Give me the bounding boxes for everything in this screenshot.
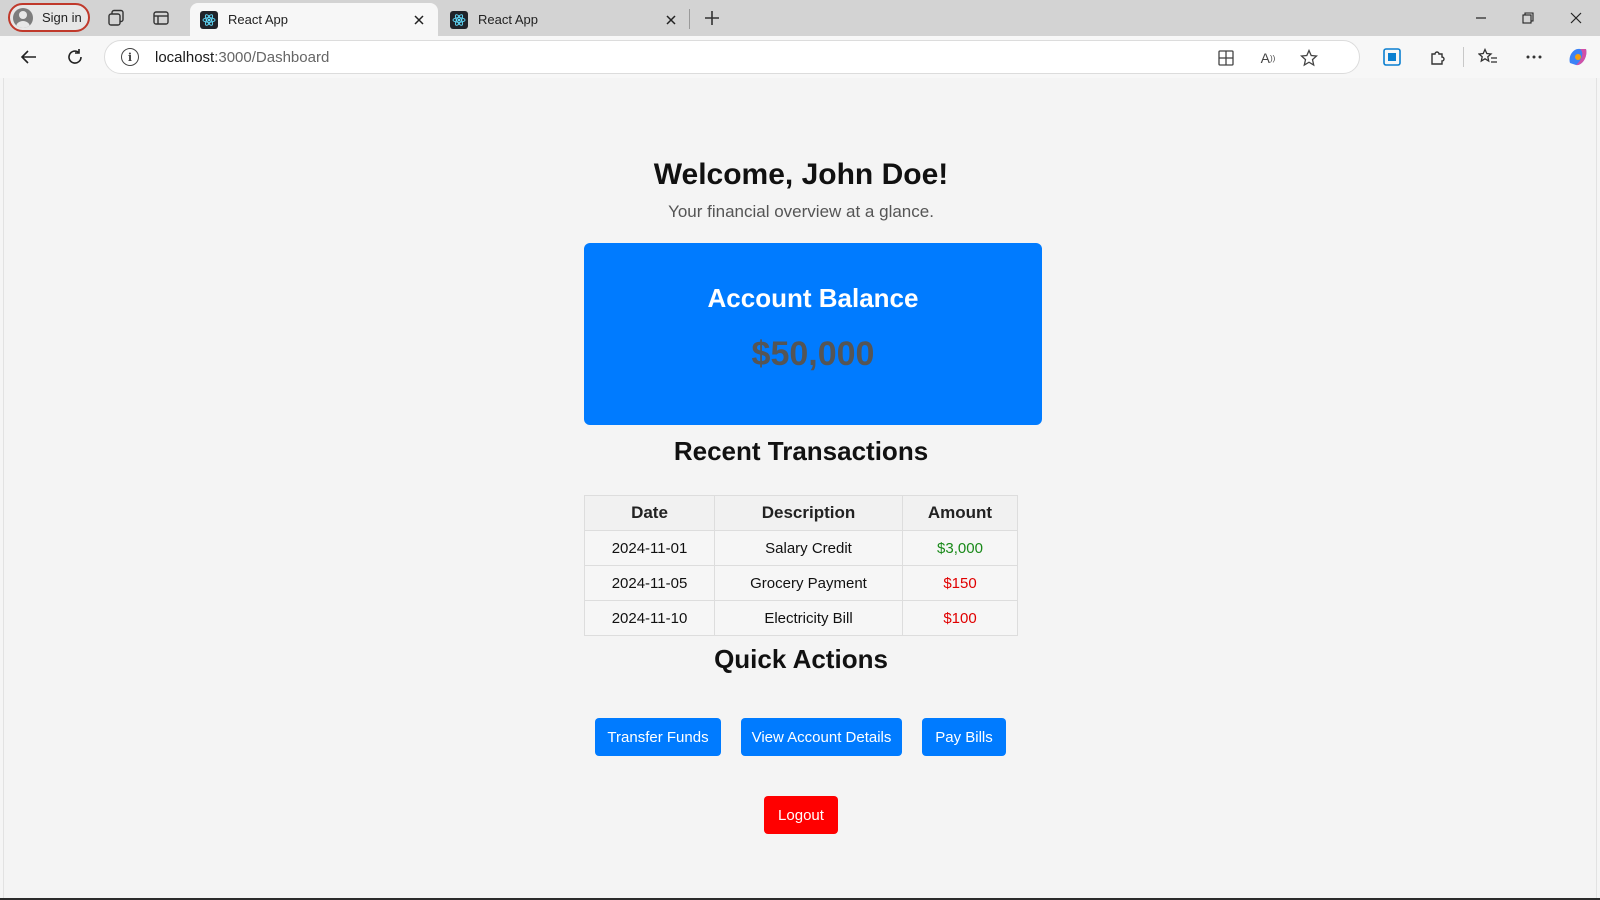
- quick-actions-heading: Quick Actions: [714, 644, 888, 674]
- account-balance-amount: $50,000: [751, 335, 875, 373]
- close-window-icon[interactable]: [1563, 6, 1589, 30]
- welcome-heading: Welcome, John Doe!: [653, 158, 949, 191]
- pay-bills-button[interactable]: Pay Bills: [922, 718, 1006, 756]
- copilot-icon[interactable]: [1566, 45, 1590, 69]
- recent-transactions-heading: Recent Transactions: [673, 436, 929, 466]
- react-icon: [450, 10, 468, 29]
- new-tab-plus-icon[interactable]: [700, 6, 724, 30]
- workspaces-icon[interactable]: [106, 8, 126, 28]
- transaction-amount: $100: [902, 600, 1018, 636]
- extensions-puzzle-icon[interactable]: [1426, 45, 1450, 69]
- transaction-description: Salary Credit: [714, 530, 903, 566]
- tab-react-app-1[interactable]: React App: [190, 3, 438, 36]
- address-bar[interactable]: i localhost:3000/Dashboard A)): [104, 40, 1360, 74]
- favorite-star-icon[interactable]: [1298, 47, 1320, 69]
- site-info-icon[interactable]: i: [121, 48, 139, 66]
- tab-title: React App: [478, 12, 538, 27]
- column-header-description: Description: [714, 495, 903, 531]
- transaction-date: 2024-11-01: [584, 530, 715, 566]
- welcome-subtitle: Your financial overview at a glance.: [668, 202, 934, 221]
- restore-icon[interactable]: [1515, 6, 1541, 30]
- tab-react-app-2[interactable]: React App: [440, 3, 690, 36]
- profile-avatar-icon: [13, 7, 33, 28]
- table-row: 2024-11-10 Electricity Bill $100: [584, 600, 1018, 636]
- signin-button[interactable]: Sign in: [8, 3, 90, 32]
- transaction-description: Electricity Bill: [714, 600, 903, 636]
- browser-toolbar: i localhost:3000/Dashboard A)): [0, 36, 1600, 78]
- transaction-description: Grocery Payment: [714, 565, 903, 601]
- transaction-amount: $3,000: [902, 530, 1018, 566]
- react-icon: [200, 10, 218, 29]
- view-account-details-button[interactable]: View Account Details: [741, 718, 902, 756]
- app-available-icon[interactable]: [1215, 47, 1237, 69]
- refresh-icon[interactable]: [63, 45, 87, 69]
- account-balance-card: Account Balance $50,000: [584, 243, 1042, 425]
- page-viewport: Welcome, John Doe! Your financial overvi…: [3, 78, 1597, 898]
- transaction-amount: $150: [902, 565, 1018, 601]
- transfer-funds-button[interactable]: Transfer Funds: [595, 718, 721, 756]
- column-header-date: Date: [584, 495, 715, 531]
- table-row: 2024-11-05 Grocery Payment $150: [584, 565, 1018, 601]
- tab-actions-icon[interactable]: [151, 8, 171, 28]
- table-row: 2024-11-01 Salary Credit $3,000: [584, 530, 1018, 566]
- table-header-row: Date Description Amount: [584, 495, 1018, 531]
- minimize-icon[interactable]: [1468, 6, 1494, 30]
- transaction-date: 2024-11-10: [584, 600, 715, 636]
- transactions-table: Date Description Amount 2024-11-01 Salar…: [584, 495, 1018, 636]
- signin-label: Sign in: [42, 10, 82, 25]
- tab-title: React App: [228, 12, 288, 27]
- back-arrow-icon[interactable]: [17, 45, 41, 69]
- tab-divider: [689, 9, 690, 29]
- tab-close-icon[interactable]: [660, 9, 682, 31]
- logout-button[interactable]: Logout: [764, 796, 838, 834]
- account-balance-title: Account Balance: [707, 283, 919, 313]
- read-aloud-icon[interactable]: A)): [1257, 47, 1279, 69]
- toolbar-divider: [1463, 47, 1464, 67]
- tab-close-icon[interactable]: [408, 9, 430, 31]
- more-options-icon[interactable]: [1522, 45, 1546, 69]
- column-header-amount: Amount: [902, 495, 1018, 531]
- transaction-date: 2024-11-05: [584, 565, 715, 601]
- url-text[interactable]: localhost:3000/Dashboard: [155, 49, 329, 66]
- screenshot-icon[interactable]: [1380, 45, 1404, 69]
- favorites-list-icon[interactable]: [1476, 45, 1500, 69]
- browser-tab-bar: Sign in React App React App: [0, 0, 1600, 36]
